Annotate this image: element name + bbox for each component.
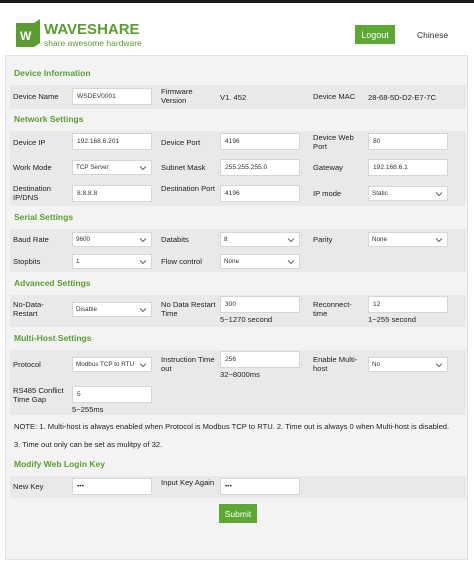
multihost-note-1: NOTE: 1. Multi-host is always enabled wh… <box>14 422 450 431</box>
baud-select[interactable]: 9600 <box>72 232 152 247</box>
serial-block: Baud Rate 9600 Databits 8 Parity None St… <box>10 229 466 272</box>
enable-multihost-label: Enable Multi-host <box>313 355 358 373</box>
gateway-input[interactable]: 192.168.6.1 <box>368 159 448 176</box>
chevron-down-icon <box>139 363 147 368</box>
submit-button[interactable]: Submit <box>219 504 257 523</box>
dest-port-input[interactable]: 4196 <box>220 185 300 202</box>
no-data-time-hint: 5~1270 second <box>220 315 273 324</box>
svg-text:share awesome hardware: share awesome hardware <box>44 38 142 48</box>
firmware-value: V1. 452 <box>220 93 247 102</box>
stopbits-select[interactable]: 1 <box>72 254 152 269</box>
multihost-block: Protocol Modbus TCP to RTU Instruction T… <box>10 350 466 415</box>
network-block: Device IP 192.168.6.201 Device Port 4196… <box>10 131 466 206</box>
section-title: Serial Settings <box>14 212 74 222</box>
protocol-label: Protocol <box>13 360 41 369</box>
ip-mode-label: IP mode <box>313 189 342 198</box>
input-key-again-input[interactable]: ••• <box>220 478 300 495</box>
dest-ip-input[interactable]: 8.8.8.8 <box>72 185 152 202</box>
waveshare-logo: W WAVESHARE share awesome hardware <box>16 19 142 48</box>
no-data-time-input[interactable]: 300 <box>220 296 300 313</box>
header: W WAVESHARE share awesome hardware Logou… <box>0 3 474 55</box>
new-key-input[interactable]: ••• <box>72 478 152 495</box>
reconnect-input[interactable]: 12 <box>368 296 448 313</box>
gateway-label: Gateway <box>313 163 343 172</box>
flow-control-label: Flow control <box>161 257 202 266</box>
mac-value: 28-68-5D-D2-E7-7C <box>368 93 436 102</box>
baud-label: Baud Rate <box>13 235 49 244</box>
device-name-input[interactable]: WSDEV0001 <box>72 88 152 105</box>
firmware-label: Firmware Version <box>161 87 193 105</box>
device-port-label: Device Port <box>161 138 201 147</box>
device-ip-label: Device IP <box>13 138 46 147</box>
svg-text:WAVESHARE: WAVESHARE <box>44 21 140 38</box>
chevron-down-icon <box>287 260 295 265</box>
enable-multihost-select[interactable]: No <box>368 357 448 372</box>
stopbits-label: Stopbits <box>13 257 41 266</box>
chevron-down-icon <box>139 238 147 243</box>
device-ip-input[interactable]: 192.168.6.201 <box>72 133 152 150</box>
conflict-gap-label: RS485 Conflict Time Gap <box>13 386 64 404</box>
mac-label: Device MAC <box>313 92 356 101</box>
parity-select[interactable]: None <box>368 232 448 247</box>
subnet-input[interactable]: 255.255.255.0 <box>220 159 300 176</box>
conflict-gap-hint: 5~255ms <box>72 405 104 414</box>
subnet-label: Subnet Mask <box>161 163 206 172</box>
section-title: Advanced Settings <box>14 278 91 288</box>
chevron-down-icon <box>435 192 443 197</box>
no-data-restart-select[interactable]: Disable <box>72 302 152 317</box>
work-mode-select[interactable]: TCP Server <box>72 160 152 175</box>
protocol-select[interactable]: Modbus TCP to RTU <box>72 357 152 372</box>
reconnect-hint: 1~255 second <box>368 315 416 324</box>
device-info-block: Device Name WSDEV0001 Firmware Version V… <box>10 85 466 109</box>
chevron-down-icon <box>139 308 147 313</box>
logout-button[interactable]: Logout <box>355 25 395 44</box>
multihost-note-2: 3. Time out only can be set as mulitpy o… <box>14 440 163 449</box>
instruction-timeout-input[interactable]: 256 <box>220 351 300 368</box>
reconnect-label: Reconnect-time <box>313 300 352 318</box>
no-data-restart-label: No-Data-Restart <box>13 300 44 318</box>
section-title: Modify Web Login Key <box>14 459 105 469</box>
language-link[interactable]: Chinese <box>417 30 448 40</box>
databits-label: Databits <box>161 235 189 244</box>
dest-port-label: Destination Port <box>161 184 216 193</box>
new-key-label: New Key <box>13 482 44 491</box>
device-port-input[interactable]: 4196 <box>220 133 300 150</box>
chevron-down-icon <box>287 238 295 243</box>
work-mode-label: Work Mode <box>13 163 52 172</box>
advanced-block: No-Data-Restart Disable No Data Restart … <box>10 295 466 327</box>
login-block: New Key ••• Input Key Again ••• <box>10 476 466 498</box>
conflict-gap-input[interactable]: 5 <box>72 386 152 403</box>
svg-text:W: W <box>20 29 32 43</box>
ip-mode-select[interactable]: Static <box>368 186 448 201</box>
parity-label: Parity <box>313 235 333 244</box>
section-title: Multi-Host Settings <box>14 333 92 343</box>
instruction-timeout-label: Instruction Time out <box>161 355 215 373</box>
web-port-label: Device Web Port <box>313 133 354 151</box>
chevron-down-icon <box>139 166 147 171</box>
flow-control-select[interactable]: None <box>220 254 300 269</box>
section-title: Device Information <box>14 68 91 78</box>
device-name-label: Device Name <box>13 92 59 101</box>
instruction-timeout-hint: 32~8000ms <box>220 370 260 379</box>
web-port-input[interactable]: 80 <box>368 133 448 150</box>
input-key-again-label: Input Key Again <box>161 478 215 487</box>
no-data-time-label: No Data Restart Time <box>161 300 216 318</box>
section-title: Network Settings <box>14 114 84 124</box>
dest-ip-label: Destination IP/DNS <box>13 184 51 202</box>
chevron-down-icon <box>139 260 147 265</box>
chevron-down-icon <box>435 363 443 368</box>
databits-select[interactable]: 8 <box>220 232 300 247</box>
chevron-down-icon <box>435 238 443 243</box>
settings-panel: Device Information Device Name WSDEV0001… <box>5 55 468 560</box>
